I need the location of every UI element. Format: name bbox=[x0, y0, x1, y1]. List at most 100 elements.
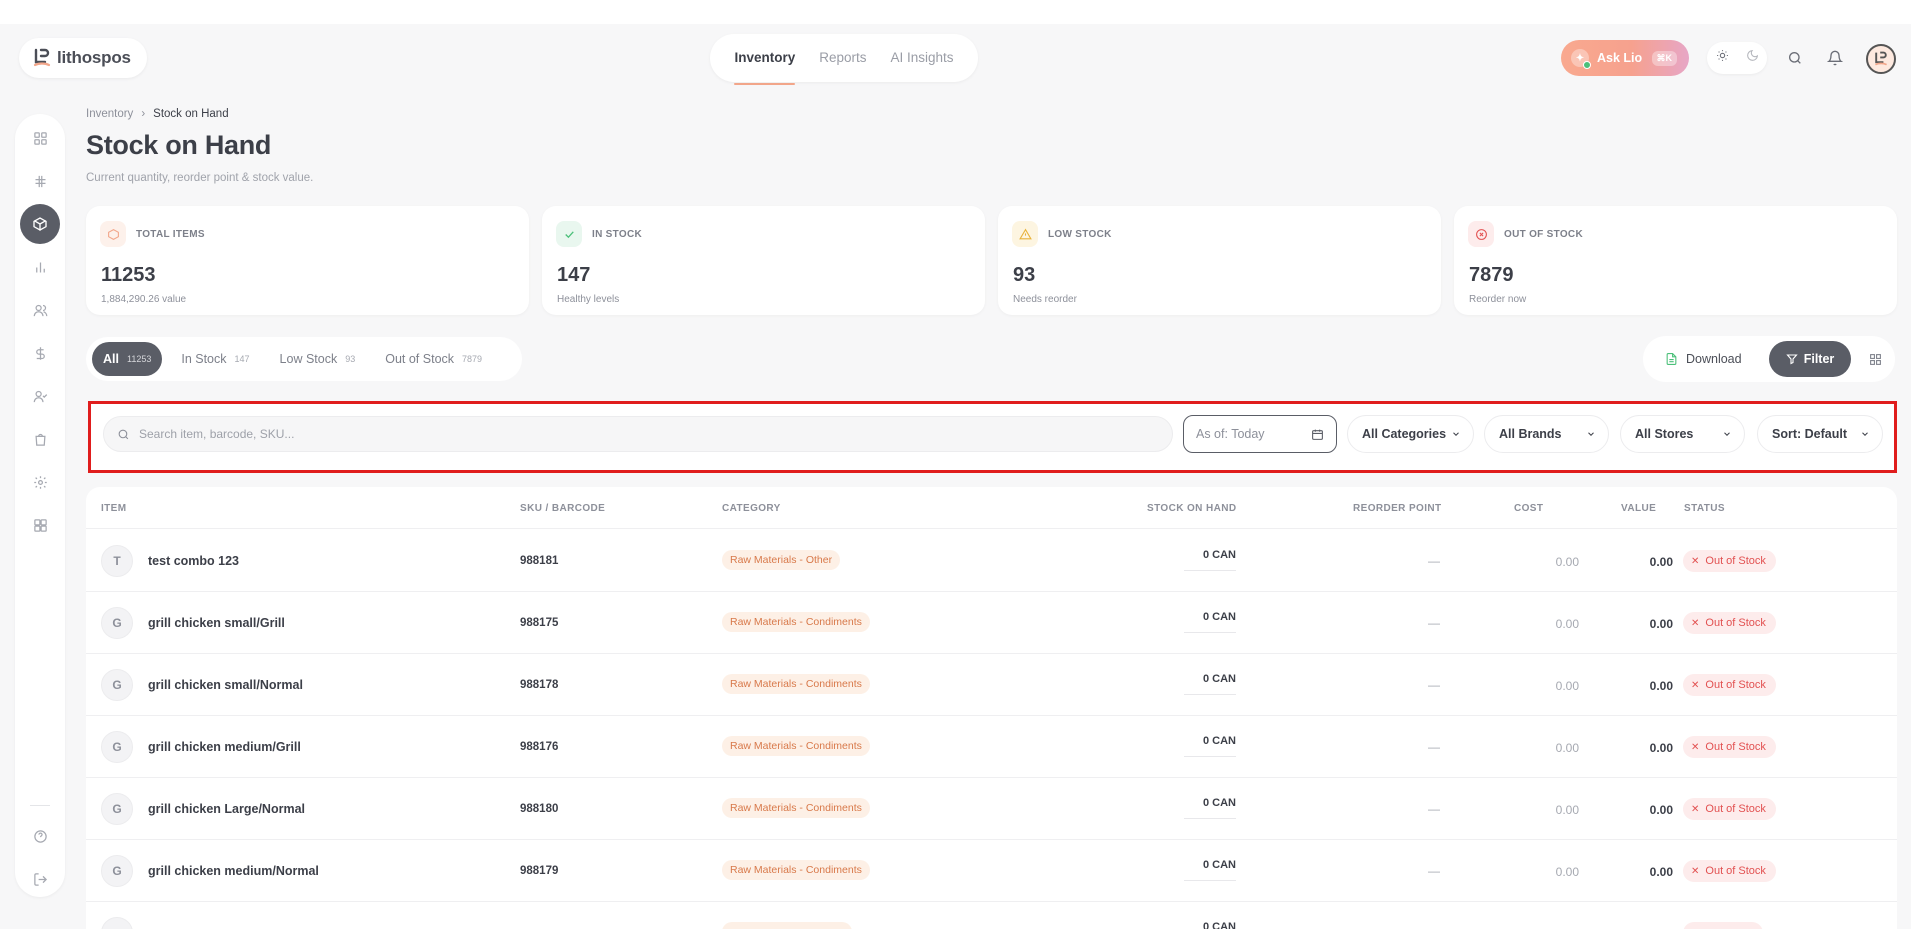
app-logo[interactable]: lithospos bbox=[19, 38, 147, 78]
item-avatar: G bbox=[101, 669, 133, 701]
categories-label: All Categories bbox=[1362, 427, 1447, 441]
table-row[interactable]: G grill chicken medium/Grill 988176 Raw … bbox=[86, 716, 1897, 778]
breadcrumb-inventory[interactable]: Inventory bbox=[86, 108, 133, 120]
stores-dropdown[interactable]: All Stores bbox=[1620, 415, 1745, 453]
tab-inventory[interactable]: Inventory bbox=[734, 34, 795, 85]
sidebar-item-finance[interactable] bbox=[20, 333, 60, 373]
tab-in-stock[interactable]: In Stock 147 bbox=[170, 342, 260, 376]
column-header-reorder[interactable]: REORDER POINT bbox=[1353, 503, 1442, 514]
sidebar-item-inventory[interactable] bbox=[20, 204, 60, 244]
stock-table: ITEM SKU / BARCODE CATEGORY STOCK ON HAN… bbox=[86, 487, 1897, 929]
breadcrumb-current: Stock on Hand bbox=[153, 108, 229, 120]
status-label: Out of Stock bbox=[1705, 865, 1766, 877]
stock-filter-tabs: All 11253 In Stock 147 Low Stock 93 Out … bbox=[86, 337, 522, 381]
warning-icon bbox=[1012, 221, 1038, 247]
search-icon[interactable] bbox=[1779, 42, 1811, 74]
page-title: Stock on Hand bbox=[86, 130, 272, 160]
column-header-stock[interactable]: STOCK ON HAND bbox=[1147, 503, 1236, 514]
category-badge: Raw Materials - Condiments bbox=[722, 736, 870, 756]
moon-icon[interactable] bbox=[1746, 49, 1759, 67]
table-row[interactable]: G grill chicken Large/Normal 988180 Raw … bbox=[86, 778, 1897, 840]
status-label: Out of Stock bbox=[1705, 617, 1766, 629]
user-avatar[interactable] bbox=[1866, 44, 1896, 74]
categories-dropdown[interactable]: All Categories bbox=[1347, 415, 1474, 453]
table-row[interactable]: T test combo 123 988181 Raw Materials - … bbox=[86, 530, 1897, 592]
tab-low-stock[interactable]: Low Stock 93 bbox=[269, 342, 367, 376]
tab-ai-insights[interactable]: AI Insights bbox=[891, 34, 954, 82]
as-of-date-picker[interactable]: As of: Today bbox=[1183, 415, 1337, 453]
tab-out-of-stock[interactable]: Out of Stock 7879 bbox=[374, 342, 493, 376]
stat-label: LOW STOCK bbox=[1048, 229, 1112, 240]
column-header-item[interactable]: ITEM bbox=[101, 503, 127, 514]
table-row[interactable]: G grill chicken medium/Normal 988179 Raw… bbox=[86, 840, 1897, 902]
item-name[interactable]: grill chicken medium/Normal bbox=[148, 864, 319, 878]
tab-reports[interactable]: Reports bbox=[819, 34, 866, 82]
apps-icon bbox=[33, 518, 47, 532]
sidebar-item-reports[interactable] bbox=[20, 247, 60, 287]
item-avatar: G bbox=[101, 793, 133, 825]
sun-icon[interactable] bbox=[1716, 49, 1729, 67]
item-name[interactable]: grill chicken small/Normal bbox=[148, 678, 303, 692]
item-sku: 988180 bbox=[520, 803, 559, 815]
sidebar-item-logout[interactable] bbox=[20, 859, 60, 899]
sidebar-item-help[interactable] bbox=[20, 816, 60, 856]
sidebar-item-dashboard[interactable] bbox=[20, 118, 60, 158]
sidebar-item-customers[interactable] bbox=[20, 290, 60, 330]
sidebar-item-pos[interactable] bbox=[20, 161, 60, 201]
status-label: Out of Stock bbox=[1705, 803, 1766, 815]
sort-dropdown[interactable]: Sort: Default bbox=[1757, 415, 1883, 453]
logout-icon bbox=[33, 872, 47, 886]
top-navigation: Inventory Reports AI Insights bbox=[710, 34, 978, 85]
category-badge bbox=[722, 922, 852, 929]
grid-icon bbox=[33, 131, 47, 145]
calendar-icon bbox=[1312, 429, 1323, 440]
status-badge: ✕ Out of Stock bbox=[1683, 612, 1776, 634]
item-sku: 988178 bbox=[520, 679, 559, 691]
column-header-value[interactable]: VALUE bbox=[1621, 503, 1656, 514]
sidebar-item-purchasing[interactable] bbox=[20, 419, 60, 459]
search-input[interactable] bbox=[139, 427, 1039, 441]
table-row[interactable]: G grill chicken small/Grill 988175 Raw M… bbox=[86, 592, 1897, 654]
as-of-label: As of: Today bbox=[1196, 427, 1265, 441]
brands-dropdown[interactable]: All Brands bbox=[1484, 415, 1609, 453]
reorder-point: — bbox=[1428, 802, 1440, 816]
stat-value: 11253 bbox=[101, 264, 156, 286]
item-name[interactable]: grill chicken small/Grill bbox=[148, 616, 285, 630]
table-actions: Download Filter bbox=[1643, 336, 1895, 382]
search-filter-bar: As of: Today All Categories All Brands A… bbox=[88, 401, 1897, 473]
column-header-cost[interactable]: COST bbox=[1514, 503, 1543, 514]
download-button[interactable]: Download bbox=[1665, 344, 1742, 374]
ask-lio-button[interactable]: ✦ Ask Lio ⌘K bbox=[1561, 40, 1689, 76]
column-header-sku[interactable]: SKU / BARCODE bbox=[520, 503, 605, 514]
item-cost: 0.00 bbox=[1555, 865, 1579, 879]
column-header-status[interactable]: STATUS bbox=[1684, 503, 1725, 514]
grid-view-button[interactable] bbox=[1863, 347, 1887, 371]
stat-sub: Needs reorder bbox=[1013, 294, 1077, 305]
search-field[interactable] bbox=[103, 416, 1173, 452]
status-label: Out of Stock bbox=[1705, 679, 1766, 691]
item-name[interactable]: grill chicken medium/Grill bbox=[148, 740, 301, 754]
tab-label: In Stock bbox=[181, 352, 227, 366]
item-avatar: G bbox=[101, 855, 133, 887]
tab-all[interactable]: All 11253 bbox=[92, 342, 163, 376]
filter-button[interactable]: Filter bbox=[1769, 341, 1851, 377]
bell-icon[interactable] bbox=[1819, 42, 1851, 74]
sidebar-item-settings[interactable] bbox=[20, 462, 60, 502]
column-header-category[interactable]: CATEGORY bbox=[722, 503, 781, 514]
sidebar-item-apps[interactable] bbox=[20, 505, 60, 545]
check-icon bbox=[556, 221, 582, 247]
sort-label: Sort: Default bbox=[1772, 427, 1847, 441]
item-cost: 0.00 bbox=[1555, 555, 1579, 569]
category-badge: Raw Materials - Other bbox=[722, 550, 841, 570]
sidebar-item-employees[interactable] bbox=[20, 376, 60, 416]
table-row[interactable]: 0 CAN bbox=[86, 902, 1897, 929]
table-row[interactable]: G grill chicken small/Normal 988178 Raw … bbox=[86, 654, 1897, 716]
cube-icon bbox=[100, 221, 126, 247]
theme-toggle[interactable] bbox=[1707, 42, 1767, 74]
item-cost: 0.00 bbox=[1555, 741, 1579, 755]
item-name[interactable]: test combo 123 bbox=[148, 554, 239, 568]
bar-chart-icon bbox=[35, 262, 45, 272]
gear-icon bbox=[33, 475, 47, 489]
item-name[interactable]: grill chicken Large/Normal bbox=[148, 802, 305, 816]
search-icon bbox=[118, 429, 129, 439]
